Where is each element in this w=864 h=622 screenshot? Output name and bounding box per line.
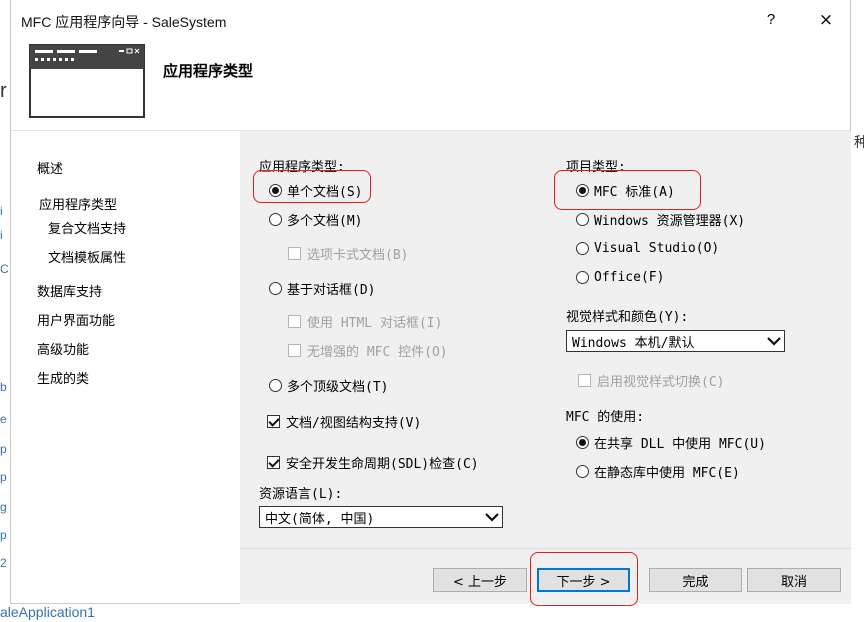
checkbox-indicator (578, 374, 591, 387)
resource-language-value: 中文(简体, 中国) (265, 511, 375, 527)
close-button[interactable]: × (814, 8, 838, 32)
radio-indicator (269, 213, 282, 226)
background-char: 种 (854, 135, 864, 151)
dialog-based-radio[interactable]: 基于对话框(D) (269, 279, 375, 298)
radio-indicator (269, 282, 282, 295)
background-window-left: r i i C b e p p g p 2 (0, 0, 10, 622)
html-dialog-label: 使用 HTML 对话框(I) (307, 316, 443, 331)
nav-item-advanced-features[interactable]: 高级功能 (37, 339, 89, 358)
background-char: b (0, 380, 7, 394)
next-button[interactable]: 下一步 > (537, 568, 630, 592)
radio-indicator (269, 184, 282, 197)
multiple-documents-label: 多个文档(M) (287, 214, 363, 229)
background-char: r (0, 80, 7, 102)
visual-studio-radio[interactable]: Visual Studio(O) (576, 241, 719, 256)
radio-indicator (576, 184, 589, 197)
mfc-wizard-dialog: MFC 应用程序向导 - SaleSystem ? × 应用程序类型 概述 应用… (10, 0, 851, 606)
static-library-label: 在静态库中使用 MFC(E) (594, 466, 740, 481)
multiple-documents-radio[interactable]: 多个文档(M) (269, 210, 362, 229)
docview-support-checkbox[interactable]: 文档/视图结构支持(V) (267, 412, 421, 431)
mfc-standard-label: MFC 标准(A) (594, 185, 675, 200)
window-template-icon (29, 44, 145, 118)
resource-language-label: 资源语言(L): (259, 487, 343, 502)
project-type-label: 项目类型: (566, 160, 626, 175)
checkbox-indicator (288, 344, 301, 357)
visual-style-label: 视觉样式和颜色(Y): (566, 310, 689, 325)
sdl-checks-label: 安全开发生命周期(SDL)检查(C) (286, 457, 479, 472)
background-char: i (0, 228, 3, 242)
no-enhanced-controls-label: 无增强的 MFC 控件(O) (307, 345, 448, 360)
shared-dll-label: 在共享 DLL 中使用 MFC(U) (594, 437, 766, 452)
cancel-button[interactable]: 取消 (747, 568, 841, 592)
static-library-radio[interactable]: 在静态库中使用 MFC(E) (576, 462, 740, 481)
sdl-checks-checkbox[interactable]: 安全开发生命周期(SDL)检查(C) (267, 453, 479, 472)
help-button[interactable]: ? (759, 8, 783, 32)
background-char: C (0, 262, 9, 276)
radio-indicator (576, 213, 589, 226)
checkbox-indicator (288, 315, 301, 328)
windows-explorer-radio[interactable]: Windows 资源管理器(X) (576, 210, 745, 229)
background-project-name: aleApplication1 (0, 604, 95, 620)
single-document-radio[interactable]: 单个文档(S) (269, 181, 362, 200)
no-enhanced-controls-checkbox[interactable]: 无增强的 MFC 控件(O) (288, 341, 448, 360)
tabbed-documents-checkbox[interactable]: 选项卡式文档(B) (288, 244, 408, 263)
background-window-right: 种 (852, 0, 864, 622)
wizard-navigation: 概述 应用程序类型 复合文档支持 文档模板属性 数据库支持 用户界面功能 高级功… (11, 131, 239, 604)
checkbox-indicator (267, 415, 280, 428)
visual-style-switch-checkbox[interactable]: 启用视觉样式切换(C) (578, 371, 724, 390)
title-bar[interactable]: MFC 应用程序向导 - SaleSystem ? × (11, 0, 850, 40)
visual-style-switch-label: 启用视觉样式切换(C) (597, 375, 725, 390)
window-title: MFC 应用程序向导 - SaleSystem (21, 14, 227, 30)
checkbox-indicator (288, 247, 301, 260)
chevron-down-icon (764, 331, 784, 351)
tabbed-documents-label: 选项卡式文档(B) (307, 248, 409, 263)
button-bar: < 上一步 下一步 > 完成 取消 (240, 548, 851, 604)
nav-item-compound-document[interactable]: 复合文档支持 (48, 218, 126, 237)
background-char: p (0, 528, 7, 542)
radio-indicator (576, 242, 589, 255)
visual-style-value: Windows 本机/默认 (572, 335, 695, 351)
chevron-down-icon (482, 507, 502, 527)
nav-item-generated-classes[interactable]: 生成的类 (37, 368, 89, 387)
radio-indicator (269, 379, 282, 392)
app-type-label: 应用程序类型: (259, 160, 345, 175)
single-document-label: 单个文档(S) (287, 185, 363, 200)
previous-button[interactable]: < 上一步 (433, 568, 527, 592)
background-char: p (0, 470, 7, 484)
resource-language-dropdown[interactable]: 中文(简体, 中国) (259, 506, 503, 528)
nav-item-database-support[interactable]: 数据库支持 (37, 281, 102, 300)
options-panel: 应用程序类型: 单个文档(S) 多个文档(M) 选项卡式文档(B) 基于对话框(… (240, 131, 851, 548)
radio-indicator (576, 271, 589, 284)
page-title: 应用程序类型 (163, 62, 254, 80)
finish-button[interactable]: 完成 (649, 568, 742, 592)
radio-indicator (576, 436, 589, 449)
visual-studio-label: Visual Studio(O) (594, 241, 720, 256)
checkbox-indicator (267, 456, 280, 469)
radio-indicator (576, 465, 589, 478)
office-radio[interactable]: Office(F) (576, 270, 664, 285)
nav-item-overview[interactable]: 概述 (37, 158, 63, 177)
mfc-standard-radio[interactable]: MFC 标准(A) (576, 181, 675, 200)
mfc-usage-label: MFC 的使用: (566, 410, 645, 425)
visual-style-dropdown[interactable]: Windows 本机/默认 (566, 330, 785, 352)
background-char: 2 (0, 556, 7, 570)
background-char: g (0, 500, 7, 514)
multiple-top-level-label: 多个顶级文档(T) (287, 380, 389, 395)
nav-item-application-type[interactable]: 应用程序类型 (39, 194, 117, 213)
windows-explorer-label: Windows 资源管理器(X) (594, 214, 746, 229)
multiple-top-level-radio[interactable]: 多个顶级文档(T) (269, 376, 388, 395)
dialog-based-label: 基于对话框(D) (287, 283, 376, 298)
nav-item-user-interface[interactable]: 用户界面功能 (37, 310, 115, 329)
nav-item-document-template[interactable]: 文档模板属性 (48, 247, 126, 266)
background-char: e (0, 412, 7, 426)
docview-support-label: 文档/视图结构支持(V) (286, 416, 422, 431)
shared-dll-radio[interactable]: 在共享 DLL 中使用 MFC(U) (576, 433, 766, 452)
background-char: p (0, 442, 7, 456)
background-char: i (0, 204, 3, 218)
office-label: Office(F) (594, 270, 665, 285)
html-dialog-checkbox[interactable]: 使用 HTML 对话框(I) (288, 312, 442, 331)
